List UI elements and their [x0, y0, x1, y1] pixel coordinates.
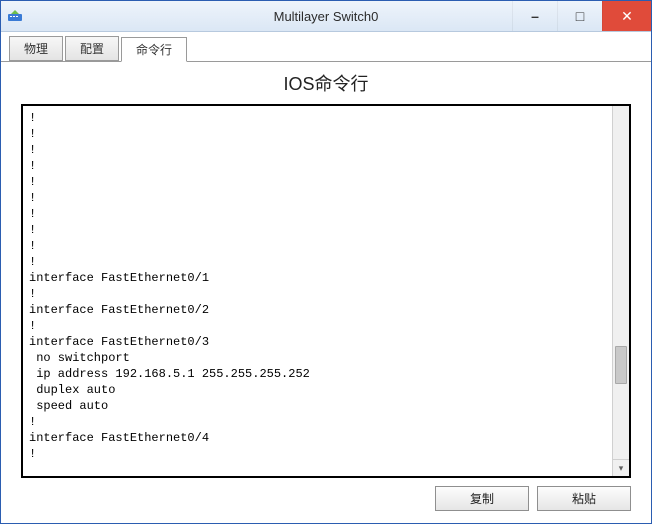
vertical-scrollbar[interactable]: ▾ — [612, 106, 629, 476]
button-row: 复制 粘贴 — [21, 478, 631, 511]
scrollbar-thumb[interactable] — [615, 346, 627, 384]
tab-cli[interactable]: 命令行 — [121, 37, 187, 62]
terminal-frame: ! ! ! ! ! ! ! ! ! ! interface FastEthern… — [21, 104, 631, 478]
paste-button[interactable]: 粘贴 — [537, 486, 631, 511]
close-button[interactable]: ✕ — [602, 1, 651, 31]
scroll-down-arrow[interactable]: ▾ — [613, 459, 629, 476]
tab-physical[interactable]: 物理 — [9, 36, 63, 61]
title-bar: Multilayer Switch0 – □ ✕ — [1, 1, 651, 32]
app-window: Multilayer Switch0 – □ ✕ 物理 配置 命令行 IOS命令… — [0, 0, 652, 524]
scrollbar-track[interactable] — [613, 106, 629, 459]
tab-bar: 物理 配置 命令行 — [1, 32, 651, 62]
content-area: IOS命令行 ! ! ! ! ! ! ! ! ! ! interface Fas… — [1, 62, 651, 523]
window-controls: – □ ✕ — [512, 1, 651, 31]
maximize-button[interactable]: □ — [557, 1, 602, 31]
app-icon — [7, 8, 23, 24]
copy-button[interactable]: 复制 — [435, 486, 529, 511]
tab-config[interactable]: 配置 — [65, 36, 119, 61]
panel-heading: IOS命令行 — [21, 68, 631, 104]
minimize-button[interactable]: – — [512, 1, 557, 31]
terminal-output[interactable]: ! ! ! ! ! ! ! ! ! ! interface FastEthern… — [23, 106, 612, 476]
